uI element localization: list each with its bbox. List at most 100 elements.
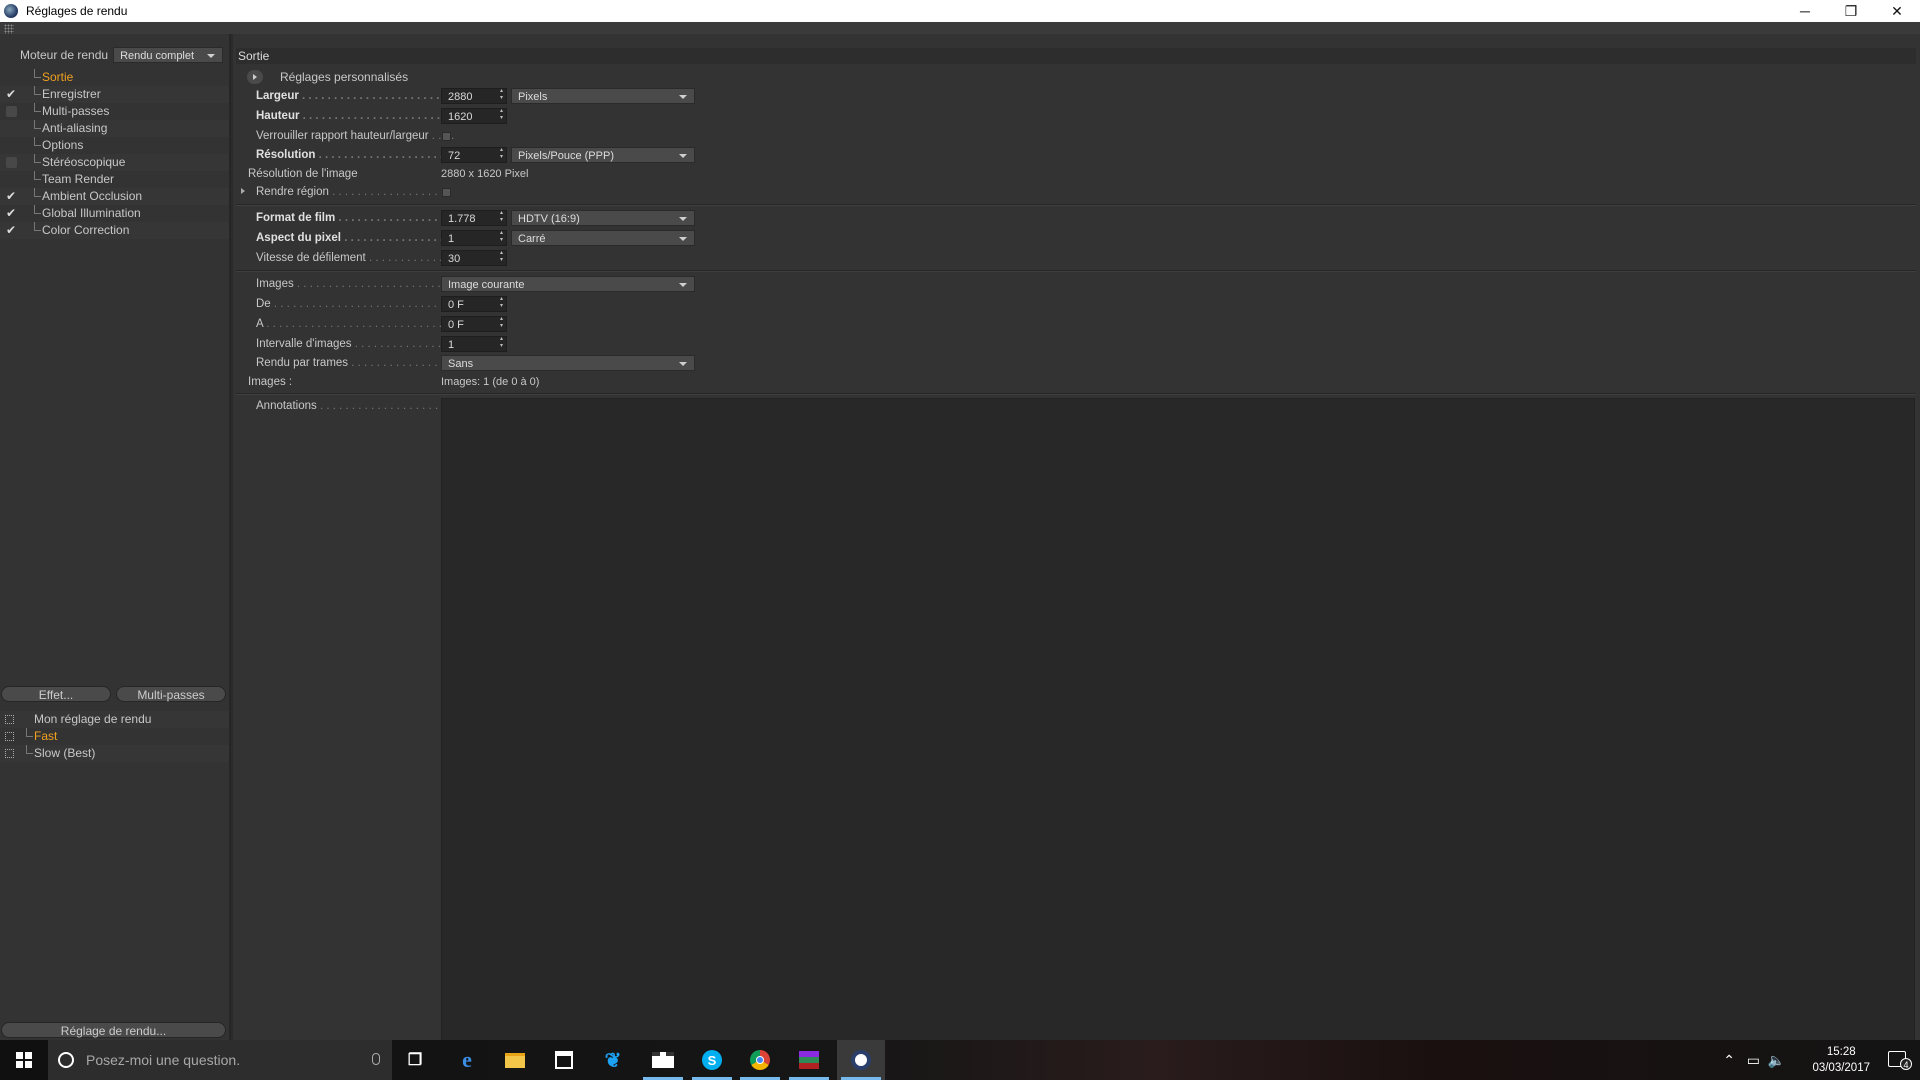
checkbox-icon[interactable] (6, 106, 17, 117)
pixel-aspect-input[interactable]: 1 (441, 230, 507, 246)
chevron-up-icon[interactable]: ⌃ (1723, 1052, 1735, 1069)
notification-count: 4 (1900, 1058, 1912, 1070)
preset-item-label: Fast (34, 729, 58, 743)
movies-icon[interactable] (651, 1048, 675, 1072)
volume-icon[interactable]: 🔈 (1768, 1052, 1785, 1069)
tree-item-enregistrer[interactable]: ✔ Enregistrer (0, 86, 229, 103)
start-button[interactable] (0, 1040, 48, 1080)
lock-ratio-checkbox[interactable] (442, 132, 451, 141)
frame-step-label: Intervalle d'images (256, 336, 441, 352)
film-format-input[interactable]: 1.778 (441, 210, 507, 226)
field-render-label: Rendu par trames (256, 355, 441, 371)
to-row: A 0 F (233, 316, 933, 332)
file-explorer-icon[interactable] (503, 1048, 527, 1072)
preset-item-mon-reglage[interactable]: Mon réglage de rendu (0, 711, 229, 728)
effect-button[interactable]: Effet... (1, 686, 111, 702)
clock-date: 03/03/2017 (1812, 1062, 1870, 1074)
tree-item-team-render[interactable]: Team Render (0, 171, 229, 188)
resolution-input[interactable]: 72 (441, 147, 507, 163)
render-region-label: Rendre région (256, 184, 441, 200)
tree-item-label: Team Render (42, 172, 115, 186)
tree-item-options[interactable]: Options (0, 137, 229, 154)
tree-connector (34, 171, 41, 180)
preset-item-fast[interactable]: Fast (0, 728, 229, 745)
width-unit-dropdown[interactable]: Pixels (511, 88, 695, 104)
film-format-row: Format de film 1.778 HDTV (16:9) (233, 210, 933, 226)
from-input[interactable]: 0 F (441, 296, 507, 312)
width-input[interactable]: 2880 (441, 88, 507, 104)
render-engine-dropdown[interactable]: Rendu complet (113, 47, 224, 63)
tree-connector (26, 728, 33, 737)
window-title: Réglages de rendu (26, 4, 128, 18)
tree-item-label: Anti-aliasing (42, 121, 108, 135)
twitter-icon[interactable]: ❦ (601, 1048, 625, 1072)
preset-title: Réglages personnalisés (280, 70, 409, 84)
app-icon (4, 4, 18, 18)
skype-icon[interactable]: S (700, 1048, 724, 1072)
multipass-button[interactable]: Multi-passes (116, 686, 226, 702)
pixel-aspect-dropdown[interactable]: Carré (511, 230, 695, 246)
title-bar: Réglages de rendu ─ ❐ ✕ (0, 0, 1920, 22)
tree-connector (34, 188, 41, 197)
edge-icon[interactable]: e (455, 1047, 479, 1072)
lock-ratio-label: Verrouiller rapport hauteur/largeur (256, 128, 456, 144)
checkbox-icon[interactable] (6, 157, 17, 168)
film-format-dropdown[interactable]: HDTV (16:9) (511, 210, 695, 226)
cinema4d-icon[interactable] (849, 1048, 873, 1072)
checkmark-icon[interactable]: ✔ (6, 224, 17, 236)
store-icon[interactable] (552, 1048, 576, 1072)
frames-info-value: Images: 1 (de 0 à 0) (441, 376, 540, 388)
checkmark-icon[interactable]: ✔ (6, 88, 17, 100)
tree-item-label: Sortie (42, 70, 74, 84)
annotations-textarea[interactable] (441, 398, 1915, 1042)
tree-item-label: Global Illumination (42, 206, 141, 220)
frames-dropdown[interactable]: Image courante (441, 276, 695, 292)
resolution-row: Résolution 72 Pixels/Pouce (PPP) (233, 147, 933, 163)
search-placeholder: Posez-moi une question. (86, 1052, 241, 1068)
divider (236, 393, 1916, 395)
render-region-checkbox[interactable] (442, 188, 451, 197)
frame-step-row: Intervalle d'images 1 (233, 336, 933, 352)
clock[interactable]: 15:28 03/03/2017 (1812, 1044, 1870, 1076)
checkmark-icon[interactable]: ✔ (6, 190, 17, 202)
tree-connector (34, 69, 41, 78)
tree-item-anti-aliasing[interactable]: Anti-aliasing (0, 120, 229, 137)
tree-item-global-illumination[interactable]: ✔ Global Illumination (0, 205, 229, 222)
divider (236, 270, 1916, 272)
microphone-icon[interactable] (372, 1053, 380, 1065)
cortana-search-box[interactable]: Posez-moi une question. (48, 1040, 392, 1080)
tree-connector (34, 154, 41, 163)
chrome-icon[interactable] (748, 1048, 772, 1072)
render-setting-icon (5, 732, 14, 741)
field-render-dropdown[interactable]: Sans (441, 355, 695, 371)
frame-rate-label: Vitesse de défilement (256, 250, 441, 266)
preset-item-slow-best[interactable]: Slow (Best) (0, 745, 229, 762)
close-button[interactable]: ✕ (1874, 0, 1920, 22)
minimize-button[interactable]: ─ (1782, 0, 1828, 22)
cortana-icon (58, 1052, 74, 1068)
preset-item-label: Mon réglage de rendu (34, 712, 152, 726)
render-region-row: Rendre région (233, 184, 933, 200)
to-input[interactable]: 0 F (441, 316, 507, 332)
frame-rate-input[interactable]: 30 (441, 250, 507, 266)
tree-item-color-correction[interactable]: ✔ Color Correction (0, 222, 229, 239)
frame-step-input[interactable]: 1 (441, 336, 507, 352)
tree-item-stereoscopique[interactable]: Stéréoscopique (0, 154, 229, 171)
resolution-label: Résolution (256, 147, 441, 163)
task-view-icon[interactable]: ❐ (403, 1048, 427, 1072)
checkmark-icon[interactable]: ✔ (6, 207, 17, 219)
resolution-unit-dropdown[interactable]: Pixels/Pouce (PPP) (511, 147, 695, 163)
tree-item-multi-passes[interactable]: Multi-passes (0, 103, 229, 120)
tree-item-sortie[interactable]: Sortie (0, 69, 229, 86)
render-setting-button[interactable]: Réglage de rendu... (1, 1022, 226, 1038)
tree-item-ambient-occlusion[interactable]: ✔ Ambient Occlusion (0, 188, 229, 205)
preset-expand-icon[interactable] (247, 70, 263, 84)
output-settings-panel: Sortie Réglages personnalisés Largeur 28… (233, 34, 1920, 1042)
network-icon[interactable]: ▭ (1747, 1052, 1760, 1069)
panel-grip-icon[interactable] (4, 24, 14, 34)
winrar-icon[interactable] (797, 1048, 821, 1072)
to-label: A (256, 316, 441, 332)
height-input[interactable]: 1620 (441, 108, 507, 124)
tree-item-label: Stéréoscopique (42, 155, 126, 169)
restore-button[interactable]: ❐ (1828, 0, 1874, 22)
